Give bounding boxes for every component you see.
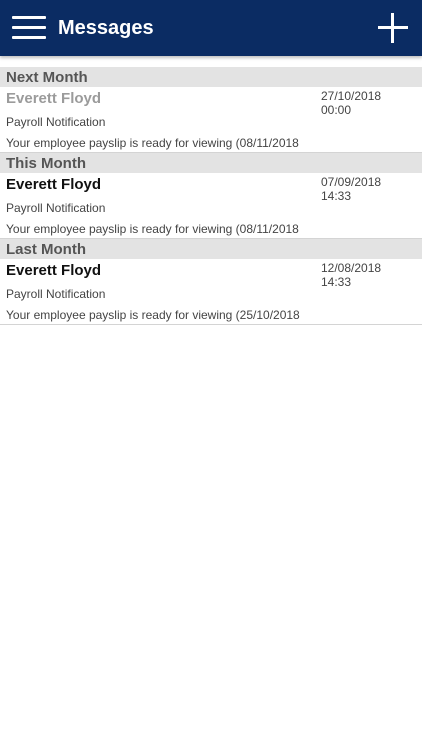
section-header-this-month: This Month [0, 153, 422, 173]
message-sender: Everett Floyd [6, 262, 102, 279]
message-date: 27/10/2018 [321, 89, 382, 103]
message-item[interactable]: Everett Floyd 12/08/2018 14:33 Payroll N… [0, 259, 422, 325]
plus-icon[interactable] [378, 13, 408, 43]
message-sender: Everett Floyd [6, 176, 102, 193]
message-time: 00:00 [321, 103, 352, 117]
message-item[interactable]: Everett Floyd 27/10/2018 00:00 Payroll N… [0, 87, 422, 153]
message-sender: Everett Floyd [6, 90, 102, 107]
message-preview: Your employee payslip is ready for viewi… [6, 308, 300, 322]
message-subject: Payroll Notification [6, 115, 106, 129]
menu-bar-line [12, 26, 46, 29]
message-datetime: 27/10/2018 00:00 [321, 89, 381, 117]
menu-bar-line [12, 16, 46, 19]
app-bar: Messages [0, 0, 422, 56]
section-header-next-month: Next Month [0, 67, 422, 87]
message-time: 14:33 [321, 275, 352, 289]
message-date: 12/08/2018 [321, 261, 382, 275]
menu-bar-line [12, 36, 46, 39]
messages-list: Next Month Everett Floyd 27/10/2018 00:0… [0, 67, 422, 325]
hamburger-menu-icon[interactable] [12, 14, 46, 42]
message-preview: Your employee payslip is ready for viewi… [6, 222, 299, 236]
page-title: Messages [58, 17, 154, 39]
message-datetime: 07/09/2018 14:33 [321, 175, 381, 203]
message-subject: Payroll Notification [6, 201, 106, 215]
message-datetime: 12/08/2018 14:33 [321, 261, 381, 289]
message-subject: Payroll Notification [6, 287, 106, 301]
message-date: 07/09/2018 [321, 175, 382, 189]
message-preview: Your employee payslip is ready for viewi… [6, 136, 299, 150]
message-time: 14:33 [321, 189, 352, 203]
message-item[interactable]: Everett Floyd 07/09/2018 14:33 Payroll N… [0, 173, 422, 239]
section-header-last-month: Last Month [0, 239, 422, 259]
